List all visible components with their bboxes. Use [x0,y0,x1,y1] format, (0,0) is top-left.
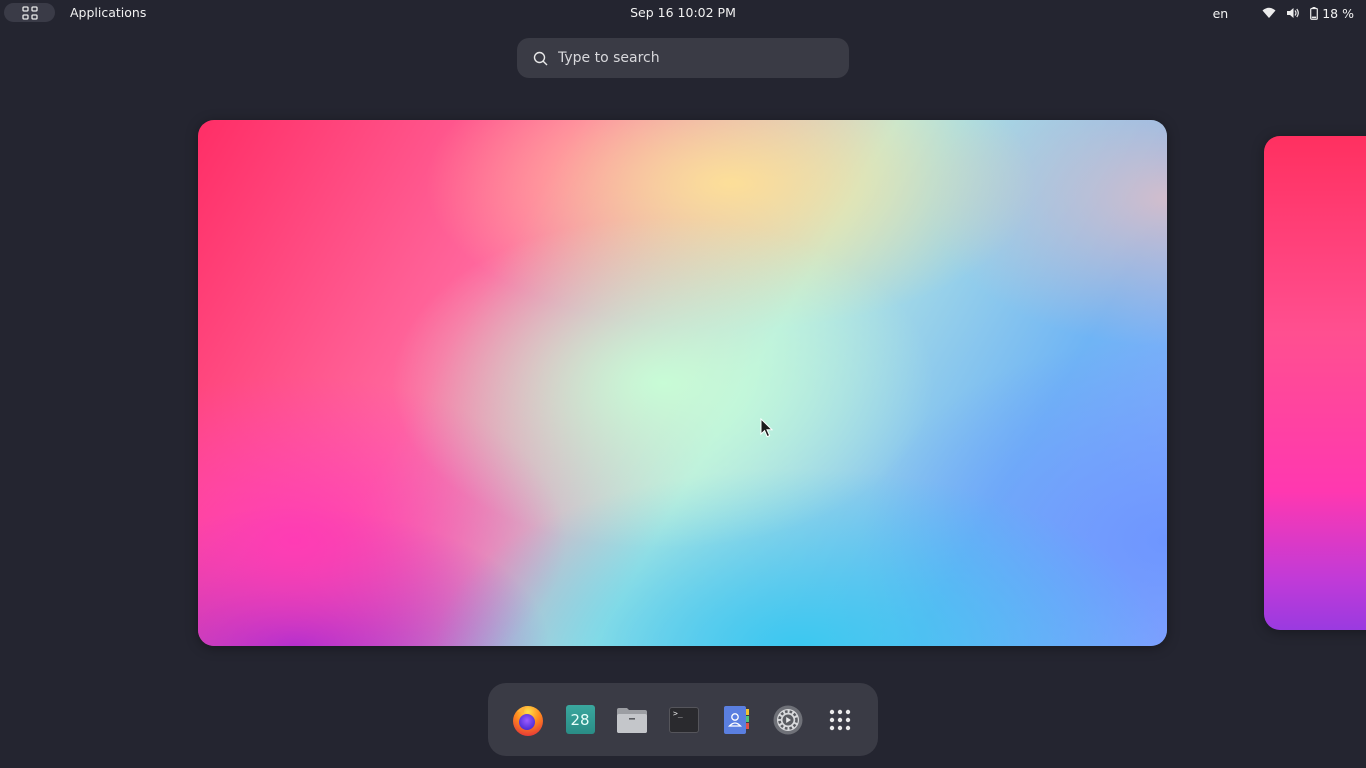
clock-label[interactable]: Sep 16 10:02 PM [630,5,736,20]
app-grid-icon [829,709,851,730]
dock-item-firefox[interactable] [510,702,546,738]
dock-item-calendar[interactable]: 28 [562,702,598,738]
language-indicator[interactable]: en [1213,6,1229,21]
volume-icon[interactable] [1286,7,1300,19]
calendar-date: 28 [570,710,590,729]
settings-icon [773,705,803,734]
search-bar[interactable] [517,38,849,78]
mouse-pointer-icon [760,418,774,438]
top-bar: Applications Sep 16 10:02 PM en 18 % [0,0,1366,26]
dock-item-files[interactable] [614,702,650,738]
dock: 28 >_ [488,683,878,756]
firefox-icon [513,705,543,736]
battery-icon[interactable] [1310,6,1319,20]
battery-percentage[interactable]: 18 % [1322,6,1354,21]
search-input[interactable] [558,50,818,66]
dock-item-contacts[interactable] [718,702,754,738]
terminal-prompt: >_ [673,708,683,718]
wifi-icon[interactable] [1262,7,1276,19]
calendar-icon: 28 [565,705,595,734]
show-apps-button[interactable] [822,702,858,738]
terminal-icon: >_ [669,706,699,733]
wallpaper [198,120,1167,646]
contacts-icon [724,705,749,734]
wallpaper [1264,136,1366,630]
dock-item-terminal[interactable]: >_ [666,702,702,738]
workspace-thumbnail-next[interactable] [1264,136,1366,630]
search-icon [533,51,548,65]
clock: Sep 16 10:02 PM [0,5,1366,20]
folder-icon [617,707,647,733]
system-tray[interactable]: en 18 % [1213,3,1354,23]
dock-item-settings[interactable] [770,702,806,738]
workspace-thumbnail-main[interactable] [198,120,1167,646]
